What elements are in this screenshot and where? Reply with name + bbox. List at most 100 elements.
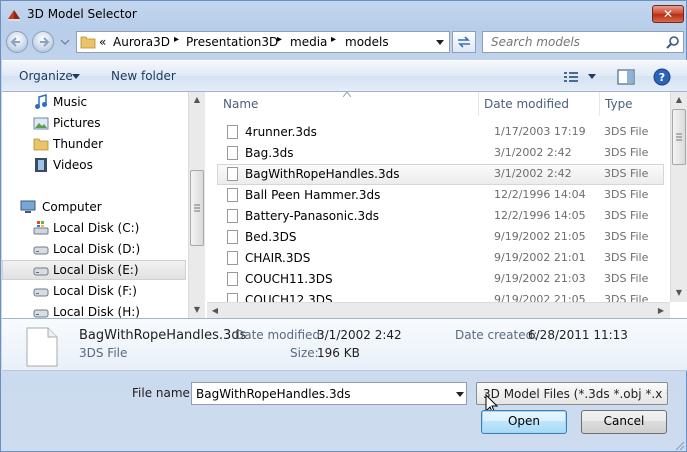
music-icon bbox=[35, 94, 47, 109]
file-name: COUCH11.3DS bbox=[245, 272, 333, 286]
folder-icon bbox=[80, 36, 96, 49]
address-prefix[interactable]: « bbox=[99, 35, 106, 49]
scroll-left-icon[interactable]: ◀ bbox=[207, 303, 223, 318]
file-row[interactable]: CHAIR.3DS 9/19/2002 21:01 3DS File bbox=[217, 248, 664, 269]
help-icon[interactable]: ? bbox=[653, 68, 671, 86]
videos-icon bbox=[35, 158, 47, 172]
nav-item-disk-e[interactable]: Local Disk (E:) bbox=[2, 260, 186, 280]
grip-icon bbox=[676, 133, 682, 141]
column-header-type[interactable]: Type bbox=[605, 97, 633, 111]
file-name: Ball Peen Hammer.3ds bbox=[245, 188, 381, 202]
file-list-scroll-thumb[interactable] bbox=[672, 109, 686, 165]
view-dropdown-icon[interactable] bbox=[588, 74, 596, 79]
nav-item-disk-f[interactable]: Local Disk (F:) bbox=[2, 281, 186, 301]
file-icon bbox=[227, 251, 238, 265]
breadcrumb-presentation3d[interactable]: Presentation3D bbox=[186, 35, 278, 49]
search-icon[interactable] bbox=[666, 35, 680, 49]
title-bar: 3D Model Selector ✕ bbox=[1, 1, 687, 29]
file-icon bbox=[227, 146, 238, 160]
file-name: Battery-Panasonic.3ds bbox=[245, 209, 379, 223]
breadcrumb-chevron-icon[interactable]: ▸ bbox=[277, 34, 282, 45]
nav-item-disk-h[interactable]: Local Disk (H:) bbox=[2, 302, 186, 318]
file-name-input[interactable] bbox=[196, 387, 446, 401]
view-options-icon[interactable] bbox=[563, 70, 579, 84]
details-created-value: 6/28/2011 11:13 bbox=[528, 328, 628, 342]
nav-item-label: Thunder bbox=[53, 137, 104, 151]
folder-icon bbox=[33, 138, 49, 151]
breadcrumb-media[interactable]: media bbox=[290, 35, 327, 49]
scroll-up-icon[interactable]: ▲ bbox=[189, 92, 205, 108]
file-name: Bed.3DS bbox=[245, 230, 297, 244]
nav-item-disk-d[interactable]: Local Disk (D:) bbox=[2, 239, 186, 259]
file-type-filter-value: 3D Model Files (*.3ds *.obj *.x *.dae *.… bbox=[483, 387, 667, 401]
preview-pane-icon[interactable] bbox=[617, 69, 635, 85]
nav-item-label: Local Disk (D:) bbox=[53, 242, 141, 256]
search-input[interactable] bbox=[491, 35, 661, 49]
recent-locations-chevron-icon[interactable] bbox=[60, 38, 70, 46]
column-header-name[interactable]: Name bbox=[223, 97, 258, 111]
file-type: 3DS File bbox=[604, 251, 649, 264]
file-date: 9/19/2002 21:01 bbox=[494, 251, 586, 264]
nav-item-pictures[interactable]: Pictures bbox=[2, 113, 186, 133]
file-row[interactable]: Bag.3ds 3/1/2002 2:42 3DS File bbox=[217, 143, 664, 164]
search-box[interactable] bbox=[482, 31, 684, 53]
file-type: 3DS File bbox=[604, 230, 649, 243]
file-icon bbox=[227, 167, 238, 181]
file-row[interactable]: Ball Peen Hammer.3ds 12/2/1996 14:04 3DS… bbox=[217, 185, 664, 206]
breadcrumb-aurora3d[interactable]: Aurora3D bbox=[113, 35, 170, 49]
nav-item-label: Computer bbox=[42, 200, 102, 214]
nav-item-computer[interactable]: Computer bbox=[2, 197, 186, 217]
nav-item-videos[interactable]: Videos bbox=[2, 155, 186, 175]
file-date: 12/2/1996 14:05 bbox=[494, 209, 586, 222]
file-row[interactable]: Bed.3DS 9/19/2002 21:05 3DS File bbox=[217, 227, 664, 248]
column-divider[interactable] bbox=[599, 92, 600, 116]
file-type: 3DS File bbox=[604, 272, 649, 285]
file-list-vertical-scrollbar[interactable]: ▲ ▼ bbox=[670, 92, 687, 302]
nav-item-music[interactable]: Music bbox=[2, 92, 186, 112]
organize-dropdown-icon[interactable] bbox=[72, 74, 80, 79]
file-name-combobox[interactable] bbox=[191, 382, 467, 405]
nav-item-disk-c[interactable]: Local Disk (C:) bbox=[2, 218, 186, 238]
file-type-filter-select[interactable]: 3D Model Files (*.3ds *.obj *.x *.dae *.… bbox=[476, 382, 668, 405]
scroll-right-icon[interactable]: ▶ bbox=[653, 303, 669, 318]
forward-button[interactable] bbox=[32, 31, 54, 53]
nav-scroll-thumb[interactable] bbox=[190, 170, 204, 246]
scroll-down-icon[interactable]: ▼ bbox=[671, 285, 687, 301]
new-folder-button[interactable]: New folder bbox=[111, 69, 176, 83]
back-button[interactable] bbox=[6, 31, 28, 53]
breadcrumb-chevron-icon[interactable]: ▸ bbox=[174, 34, 179, 45]
open-button[interactable]: Open bbox=[481, 410, 567, 434]
file-row-selected[interactable]: BagWithRopeHandles.3ds 3/1/2002 2:42 3DS… bbox=[217, 164, 664, 185]
close-button[interactable]: ✕ bbox=[652, 5, 684, 23]
scroll-down-icon[interactable]: ▼ bbox=[189, 302, 205, 318]
breadcrumb-models[interactable]: models bbox=[345, 35, 389, 49]
file-name-label: File name: bbox=[132, 386, 194, 400]
address-dropdown-icon[interactable] bbox=[435, 39, 445, 46]
file-row[interactable]: COUCH11.3DS 9/19/2002 21:03 3DS File bbox=[217, 269, 664, 290]
file-row[interactable]: 4runner.3ds 1/17/2003 17:19 3DS File bbox=[217, 122, 664, 143]
file-date: 3/1/2002 2:42 bbox=[494, 146, 572, 159]
address-bar[interactable]: « Aurora3D ▸ Presentation3D ▸ media ▸ mo… bbox=[76, 31, 450, 53]
column-header-date[interactable]: Date modified bbox=[484, 97, 569, 111]
file-type: 3DS File bbox=[604, 209, 649, 222]
cancel-button[interactable]: Cancel bbox=[581, 410, 667, 434]
nav-item-thunder[interactable]: Thunder bbox=[2, 134, 186, 154]
organize-button[interactable]: Organize bbox=[19, 69, 73, 83]
forward-arrow-icon bbox=[40, 37, 50, 47]
file-name-dropdown-icon[interactable] bbox=[456, 392, 464, 397]
column-divider[interactable] bbox=[478, 92, 479, 116]
breadcrumb-chevron-icon[interactable]: ▸ bbox=[331, 34, 336, 45]
resize-grip-icon[interactable] bbox=[673, 439, 685, 451]
file-icon bbox=[227, 188, 238, 202]
nav-scrollbar[interactable]: ▲ ▼ bbox=[188, 92, 205, 318]
window-title: 3D Model Selector bbox=[27, 7, 137, 21]
file-list-horizontal-scrollbar[interactable]: ◀ ▶ bbox=[207, 302, 670, 318]
nav-item-label: Local Disk (F:) bbox=[53, 284, 137, 298]
file-row[interactable]: Battery-Panasonic.3ds 12/2/1996 14:05 3D… bbox=[217, 206, 664, 227]
scroll-up-icon[interactable]: ▲ bbox=[671, 92, 687, 108]
refresh-icon bbox=[458, 36, 470, 48]
svg-text:?: ? bbox=[659, 71, 665, 84]
refresh-button[interactable] bbox=[452, 31, 476, 53]
browser-content: Music Pictures Thunder Videos Computer L… bbox=[2, 92, 687, 319]
details-modified-label: Date modified: bbox=[235, 328, 325, 342]
